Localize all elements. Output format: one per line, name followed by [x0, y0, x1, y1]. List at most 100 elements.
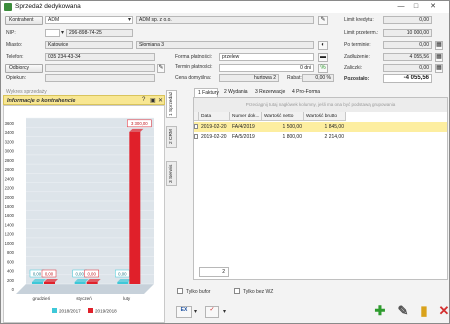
data-label: 0,00	[33, 271, 42, 276]
calculator-icon[interactable]: ▦	[435, 41, 443, 50]
cena-domyslna-label: Cena domyślna:	[175, 75, 212, 81]
nip-field[interactable]: 296-898-74-25	[66, 29, 133, 37]
po-terminie-label: Po terminie:	[344, 42, 371, 48]
row-checkbox[interactable]	[194, 134, 198, 139]
side-tab-crm[interactable]: 2 CRM	[166, 126, 177, 148]
cell-numer: FA/4/2019	[232, 124, 255, 130]
pin-icon[interactable]: ▣	[150, 97, 156, 104]
maximize-button[interactable]: □	[409, 1, 423, 12]
close-window-button[interactable]: ✕	[426, 1, 440, 12]
panel-header: Informacje o kontrahencie ? ▣ ✕	[3, 95, 165, 105]
pencil-icon[interactable]: ✎	[157, 64, 165, 73]
nip-prefix-field[interactable]	[45, 29, 60, 37]
grid-header-netto[interactable]: Wartość netto	[262, 112, 304, 121]
kontrahent-code-field[interactable]: ADM	[45, 16, 133, 24]
cena-domyslna-field[interactable]: hurtowa 2	[219, 74, 279, 82]
forma-platnosci-select[interactable]: przelew	[219, 53, 314, 61]
zadluzenie-label: Zadłużenie:	[344, 54, 370, 60]
data-label: 3 300,00	[131, 121, 148, 126]
kontrahent-name-field[interactable]: ADM sp. z o.o.	[136, 16, 314, 24]
chart-area: 0 200 400 600 800 1000 1200 1400 1600 1800 2000 220…	[3, 105, 165, 323]
x-tick-label: styczeń	[76, 296, 92, 301]
edit-pencil-icon[interactable]: ✎	[318, 16, 328, 25]
calculator-icon[interactable]: ▦	[435, 53, 443, 62]
minimize-button[interactable]: —	[394, 1, 408, 12]
odbiorcy-field[interactable]	[45, 64, 155, 72]
bar	[74, 282, 86, 284]
grid-header-data[interactable]: Data	[199, 112, 230, 121]
y-tick-label: 800	[7, 250, 15, 255]
y-tick-label: 2000	[5, 195, 15, 200]
ulica-field[interactable]: Słomiana 3	[136, 41, 314, 49]
y-tick-label: 0	[12, 287, 15, 292]
tab-faktury[interactable]: 1 Faktury	[194, 88, 219, 97]
rabat-field[interactable]: 0,00 %	[302, 74, 334, 82]
row-checkbox[interactable]	[194, 124, 198, 129]
table-row[interactable]: 2019-02-20 FA/5/2019 1 800,00 2 214,00	[194, 132, 447, 142]
y-tick-label: 3400	[5, 130, 15, 135]
miasto-field[interactable]: Katowice	[45, 41, 133, 49]
y-tick-label: 1600	[5, 213, 15, 218]
y-tick-label: 2600	[5, 167, 15, 172]
kontrahent-button[interactable]: Kontrahent	[5, 16, 43, 25]
chevron-down-icon[interactable]: ▾	[223, 308, 226, 315]
legend-label: 2018/2017	[59, 309, 81, 314]
edit-button[interactable]: ✎	[395, 303, 411, 319]
chevron-down-icon[interactable]: ▾	[194, 308, 197, 315]
cell-brutto: 1 845,00	[324, 124, 344, 130]
y-tick-label: 1000	[5, 241, 15, 246]
tylko-bez-wz-label: Tylko bez WZ	[243, 289, 274, 295]
miasto-label: Miasto:	[6, 42, 23, 48]
tab-pro-forma[interactable]: 4 Pro-Forma	[289, 88, 323, 97]
tylko-bez-wz-checkbox[interactable]	[234, 288, 240, 294]
side-tab-sprzedaz[interactable]: 1 Sprzedaż	[166, 90, 177, 118]
y-tick-label: 2200	[5, 186, 15, 191]
discount-icon[interactable]: ✓	[205, 306, 219, 318]
termin-platnosci-field[interactable]: 0 dni	[219, 64, 314, 72]
tylko-bufor-label: Tylko bufor	[186, 289, 211, 295]
bar	[32, 282, 43, 284]
y-tick-label: 3000	[5, 149, 15, 154]
chevron-down-icon[interactable]: ▾	[128, 16, 131, 23]
cell-netto: 1 800,00	[282, 134, 302, 140]
cell-netto: 1 500,00	[282, 124, 302, 130]
side-tab-serwis[interactable]: 3 Serwis	[166, 161, 177, 186]
po-terminie-value: 0,00	[383, 41, 432, 49]
odbiorcy-button[interactable]: Odbiorcy	[5, 64, 43, 73]
help-icon[interactable]: ?	[142, 97, 145, 103]
add-button[interactable]: ✚	[372, 303, 388, 319]
percent-icon[interactable]: %	[318, 64, 328, 73]
cell-data: 2019-02-20	[201, 124, 227, 130]
title-bar: Sprzedaż dedykowana — □ ✕	[1, 1, 449, 13]
limit-przeterm-label: Limit przeterm.:	[344, 30, 379, 36]
close-panel-icon[interactable]: ✕	[158, 97, 163, 104]
data-label: 0,00	[87, 271, 96, 276]
panel-title: Informacje o kontrahencie	[7, 98, 76, 104]
limit-przeterm-value: 10 000,00	[383, 29, 432, 37]
chevron-down-icon[interactable]: ▾	[61, 29, 64, 36]
y-tick-label: 200	[7, 278, 15, 283]
telefon-field[interactable]: 035 234-43-34	[45, 53, 155, 61]
map-icon[interactable]: ◐	[318, 41, 328, 50]
opiekun-field[interactable]	[45, 74, 155, 82]
money-icon[interactable]: ▬	[318, 53, 328, 62]
close-button[interactable]: ✕	[436, 303, 450, 319]
table-row[interactable]: 2019-02-20 FA/4/2019 1 500,00 1 845,00	[194, 122, 447, 132]
rabat-label: Rabat:	[287, 75, 302, 81]
delete-bin-icon[interactable]: ▮	[416, 303, 432, 319]
calculator-icon[interactable]: ▦	[435, 64, 443, 73]
bar	[117, 282, 129, 284]
legend-swatch	[52, 308, 57, 313]
app-icon	[4, 3, 12, 11]
tylko-bufor-checkbox[interactable]	[177, 288, 183, 294]
sales-chart: 0 200 400 600 800 1000 1200 1400 1600 1800 2000 220…	[5, 117, 154, 314]
export-button[interactable]: EX	[176, 306, 192, 318]
grid-header-brutto[interactable]: Wartość brutto	[304, 112, 346, 121]
data-label: 0,00	[75, 271, 84, 276]
grid-header-numer[interactable]: Numer dok...	[230, 112, 262, 121]
tab-wydania[interactable]: 2 Wydania	[221, 88, 251, 97]
y-tick-label: 1400	[5, 222, 15, 227]
tab-rezerwacje[interactable]: 3 Rezerwacje	[252, 88, 288, 97]
y-tick-label: 3200	[5, 139, 15, 144]
y-tick-label: 1800	[5, 204, 15, 209]
